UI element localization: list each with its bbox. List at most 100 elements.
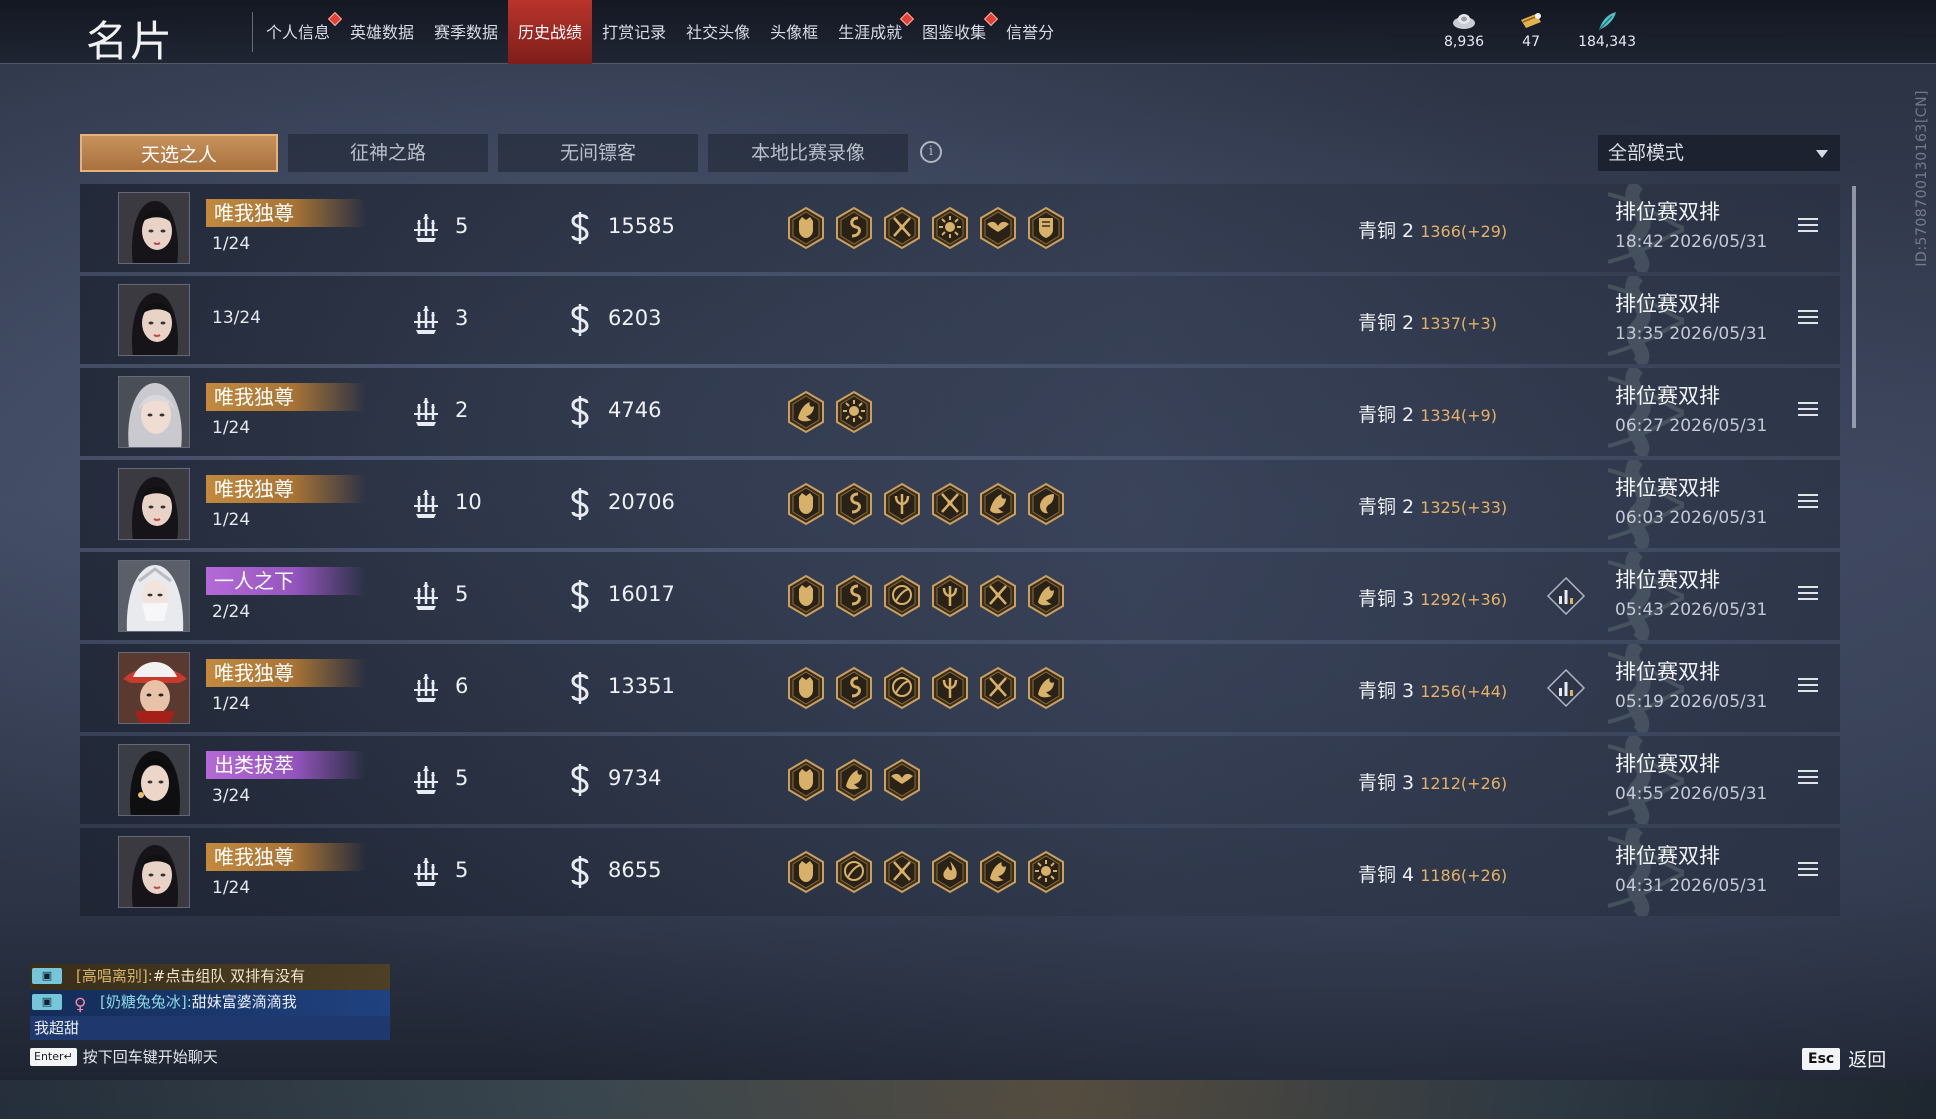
match-details-menu-icon[interactable] — [1798, 402, 1818, 418]
currency-tickets[interactable]: 47 — [1518, 10, 1544, 50]
subtab-escort[interactable]: 无间镖客 — [498, 134, 698, 172]
dragon-medal-icon[interactable] — [1026, 574, 1066, 618]
dragon-medal-icon[interactable] — [978, 850, 1018, 894]
back-button[interactable]: Esc 返回 — [1802, 1045, 1886, 1072]
crossed-swords-medal-icon[interactable] — [882, 206, 922, 250]
serpent-medal-icon[interactable] — [834, 206, 874, 250]
tab-label: 生涯成就 — [838, 23, 903, 42]
subtab-chosen-one[interactable]: 天选之人 — [80, 134, 278, 172]
match-row[interactable]: 唯我独尊 1/24 6 13351 青铜 3 1256(+44) 排位赛双排 0… — [80, 644, 1840, 732]
tab-personal-info[interactable]: 个人信息 — [256, 0, 343, 64]
chat-hint-text: 按下回车键开始聊天 — [82, 1048, 218, 1066]
chevron-down-icon — [1816, 150, 1828, 158]
winged-medal-icon[interactable] — [978, 206, 1018, 250]
placement: 1/24 — [212, 510, 251, 530]
enter-key-icon: Enter↵ — [30, 1047, 77, 1066]
demon-mask-medal-icon[interactable] — [786, 574, 826, 618]
demon-mask-medal-icon[interactable] — [786, 758, 826, 802]
kills-icon — [414, 214, 438, 242]
match-mode: 排位赛双排 — [1615, 568, 1720, 592]
dragon-medal-icon[interactable] — [978, 482, 1018, 526]
dragon-medal-icon[interactable] — [834, 758, 874, 802]
dragon-medal-icon[interactable] — [1026, 666, 1066, 710]
serpent-medal-icon[interactable] — [834, 666, 874, 710]
placement: 3/24 — [212, 786, 251, 806]
medal-list — [786, 758, 922, 802]
medal-list — [786, 574, 1066, 618]
match-details-menu-icon[interactable] — [1798, 770, 1818, 786]
sun-medal-icon[interactable] — [834, 390, 874, 434]
match-details-menu-icon[interactable] — [1798, 494, 1818, 510]
chat-sender[interactable]: [奶糖兔兔冰]: — [100, 993, 192, 1011]
crossed-swords-medal-icon[interactable] — [882, 850, 922, 894]
tab-label: 信誉分 — [1006, 23, 1055, 42]
match-row[interactable]: 出类拔萃 3/24 5 9734 青铜 3 1212(+26) 排位赛双排 04:55… — [80, 736, 1840, 824]
trident-medal-icon[interactable] — [930, 574, 970, 618]
ticket-icon — [1521, 13, 1542, 28]
medal-list — [786, 206, 1066, 250]
match-details-menu-icon[interactable] — [1798, 586, 1818, 602]
trident-medal-icon[interactable] — [882, 482, 922, 526]
swirl-medal-icon[interactable] — [834, 850, 874, 894]
demon-mask-medal-icon[interactable] — [786, 482, 826, 526]
match-details-menu-icon[interactable] — [1798, 218, 1818, 234]
match-details-menu-icon[interactable] — [1798, 678, 1818, 694]
subtab-local-replays[interactable]: 本地比赛录像 — [708, 134, 908, 172]
trident-medal-icon[interactable] — [930, 666, 970, 710]
tab-avatar-frame[interactable]: 头像框 — [760, 0, 828, 64]
demon-mask-medal-icon[interactable] — [786, 206, 826, 250]
match-details-menu-icon[interactable] — [1798, 310, 1818, 326]
demon-mask-medal-icon[interactable] — [786, 666, 826, 710]
sun-medal-icon[interactable] — [930, 206, 970, 250]
match-stats-icon[interactable] — [1546, 576, 1586, 616]
rank-points: 1292(+36) — [1420, 590, 1508, 609]
tab-hero-data[interactable]: 英雄数据 — [340, 0, 424, 64]
currency-gold[interactable]: 8,936 — [1444, 10, 1484, 50]
crossed-swords-medal-icon[interactable] — [930, 482, 970, 526]
demon-mask-medal-icon[interactable] — [786, 850, 826, 894]
shield-medal-icon[interactable] — [1026, 206, 1066, 250]
mode-filter-select[interactable]: 全部模式 — [1598, 135, 1840, 171]
result-title-badge: 唯我独尊 — [206, 383, 366, 411]
serpent-medal-icon[interactable] — [834, 574, 874, 618]
info-icon[interactable]: i — [920, 141, 942, 163]
tab-credit-score[interactable]: 信誉分 — [996, 0, 1064, 64]
chat-box[interactable]: ▣ [高唱离别]:#点击组队 双排有没有 ▣ ♀ [奶糖兔兔冰]:甜妹富婆滴滴我… — [30, 964, 390, 1040]
title-divider — [252, 12, 253, 52]
match-details-menu-icon[interactable] — [1798, 862, 1818, 878]
match-row[interactable]: 13/24 3 6203 青铜 2 1337(+3) 排位赛双排 13:35 202… — [80, 276, 1840, 364]
match-stats-icon[interactable] — [1546, 668, 1586, 708]
winged-medal-icon[interactable] — [882, 758, 922, 802]
medal-list — [786, 482, 1066, 526]
crossed-swords-medal-icon[interactable] — [978, 574, 1018, 618]
match-row[interactable]: 一人之下 2/24 5 16017 青铜 3 1292(+36) 排位赛双排 0… — [80, 552, 1840, 640]
serpent-medal-icon[interactable] — [834, 482, 874, 526]
flame-medal-icon[interactable] — [930, 850, 970, 894]
match-time: 18:42 2026/05/31 — [1615, 232, 1768, 252]
rank-info: 青铜 2 1337(+3) — [1358, 308, 1497, 335]
phoenix-medal-icon[interactable] — [1026, 482, 1066, 526]
rank-tier: 青铜 2 — [1358, 312, 1415, 334]
match-row[interactable]: 唯我独尊 1/24 5 15585 青铜 2 1366(+29) 排位赛双排 1… — [80, 184, 1840, 272]
match-row[interactable]: 唯我独尊 1/24 5 8655 青铜 4 1186(+26) 排位赛双排 04… — [80, 828, 1840, 916]
chat-sender[interactable]: [高唱离别]: — [76, 967, 153, 985]
subtab-path-of-gods[interactable]: 征神之路 — [288, 134, 488, 172]
tab-career-achievements[interactable]: 生涯成就 — [828, 0, 915, 64]
swirl-medal-icon[interactable] — [882, 666, 922, 710]
list-scrollbar[interactable] — [1852, 186, 1856, 428]
crossed-swords-medal-icon[interactable] — [978, 666, 1018, 710]
tab-tip-records[interactable]: 打赏记录 — [592, 0, 676, 64]
tab-collection[interactable]: 图鉴收集 — [912, 0, 999, 64]
match-row[interactable]: 唯我独尊 1/24 10 20706 青铜 2 1325(+33) 排位赛双排 … — [80, 460, 1840, 548]
result-title-badge: 唯我独尊 — [206, 843, 366, 871]
dragon-medal-icon[interactable] — [786, 390, 826, 434]
tab-match-history[interactable]: 历史战绩 — [508, 0, 593, 64]
match-row[interactable]: 唯我独尊 1/24 2 4746 青铜 2 1334(+9) 排位赛双排 06:27 … — [80, 368, 1840, 456]
sun-medal-icon[interactable] — [1026, 850, 1066, 894]
tab-season-data[interactable]: 赛季数据 — [424, 0, 508, 64]
placement: 13/24 — [212, 308, 261, 328]
tab-social-avatar[interactable]: 社交头像 — [676, 0, 760, 64]
swirl-medal-icon[interactable] — [882, 574, 922, 618]
chat-text: 我超甜 — [34, 1019, 80, 1037]
currency-feathers[interactable]: 184,343 — [1578, 10, 1636, 50]
